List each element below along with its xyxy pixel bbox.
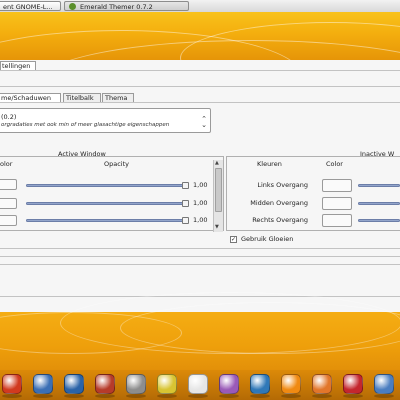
opacity-value: 1,00 [193, 199, 208, 207]
color-column-header: Color [326, 160, 343, 168]
divider [0, 248, 400, 249]
opacity-slider[interactable] [358, 202, 400, 205]
dock-reflection [2, 394, 22, 398]
vertical-scrollbar[interactable]: ▲ ▼ [213, 160, 223, 232]
colors-column-header: Kleuren [257, 160, 282, 168]
wallpaper-lower [0, 292, 400, 370]
theme-title: (0.2) [1, 113, 17, 121]
opacity-value: 1,00 [193, 181, 208, 189]
inactive-color-swatch[interactable] [322, 197, 352, 210]
opacity-slider[interactable] [26, 202, 188, 205]
divider [0, 102, 400, 103]
theme-dropdown[interactable]: (0.2) orgradaties met ook min of meer gl… [0, 108, 211, 133]
inactive-color-swatch[interactable] [322, 179, 352, 192]
tab-settings[interactable]: tellingen [0, 61, 36, 70]
opacity-column-header: Opacity [104, 160, 130, 168]
music-icon[interactable] [219, 374, 239, 394]
disc-icon[interactable] [126, 374, 146, 394]
dock-reflection [250, 394, 270, 398]
app-icon[interactable] [2, 374, 22, 394]
emerald-themer-window: tellingen me/Schaduwen Titelbalk Thema (… [0, 60, 400, 312]
opacity-slider[interactable] [358, 219, 400, 222]
chat-icon[interactable] [64, 374, 84, 394]
dock-reflection [374, 394, 394, 398]
task-label: ent GNOME-L... [3, 3, 53, 11]
miro-icon[interactable] [343, 374, 363, 394]
browser-icon[interactable] [33, 374, 53, 394]
divider [0, 264, 400, 265]
dock-reflection [64, 394, 84, 398]
slider-handle[interactable] [182, 182, 189, 189]
scrollbar-thumb[interactable] [215, 168, 222, 212]
slider-handle[interactable] [182, 217, 189, 224]
row-label-middle-gradient: Midden Overgang [250, 199, 308, 207]
network-icon[interactable] [374, 374, 394, 394]
opacity-value: 1,00 [193, 216, 208, 224]
dock-reflection [33, 394, 53, 398]
scroll-up-icon[interactable]: ▲ [215, 160, 219, 166]
burn-icon[interactable] [312, 374, 332, 394]
use-glow-checkbox[interactable]: ✓ [230, 236, 237, 243]
dock-reflection [219, 394, 239, 398]
emerald-icon [69, 3, 76, 10]
divider [0, 86, 400, 87]
divider [0, 70, 400, 71]
task-button-gnome[interactable]: ent GNOME-L... [0, 1, 61, 11]
slider-handle[interactable] [182, 200, 189, 207]
use-glow-label: Gebruik Gloeien [241, 235, 294, 243]
task-button-emerald-themer[interactable]: Emerald Themer 0.7.2 [64, 1, 189, 11]
active-color-swatch[interactable] [0, 198, 17, 209]
active-color-swatch[interactable] [0, 215, 17, 226]
dock-reflection [312, 394, 332, 398]
dock-reflection [157, 394, 177, 398]
check-icon: ✓ [231, 236, 237, 243]
dock-reflection [95, 394, 115, 398]
inactive-color-swatch[interactable] [322, 214, 352, 227]
dock-reflection [343, 394, 363, 398]
dock-reflection [126, 394, 146, 398]
easytag-icon[interactable] [157, 374, 177, 394]
opacity-slider[interactable] [358, 184, 400, 187]
color-column-header: olor [0, 160, 13, 168]
row-label-right-gradient: Rechts Overgang [252, 216, 308, 224]
wallpaper-header [0, 12, 400, 122]
dropdown-arrows-icon: ⌃ ⌄ [201, 115, 207, 129]
opacity-slider[interactable] [26, 219, 188, 222]
dock-reflection [188, 394, 208, 398]
scroll-down-icon[interactable]: ▼ [215, 224, 219, 230]
vlc-icon[interactable] [281, 374, 301, 394]
opacity-slider[interactable] [26, 184, 188, 187]
divider [0, 256, 400, 257]
theme-description: orgradaties met ook min of meer glasacht… [1, 122, 170, 128]
dock-reflection [281, 394, 301, 398]
row-label-left-gradient: Links Overgang [257, 181, 308, 189]
task-label: Emerald Themer 0.7.2 [80, 3, 153, 11]
photos-icon[interactable] [250, 374, 270, 394]
active-color-swatch[interactable] [0, 179, 17, 190]
books-icon[interactable] [95, 374, 115, 394]
media-icon[interactable] [188, 374, 208, 394]
